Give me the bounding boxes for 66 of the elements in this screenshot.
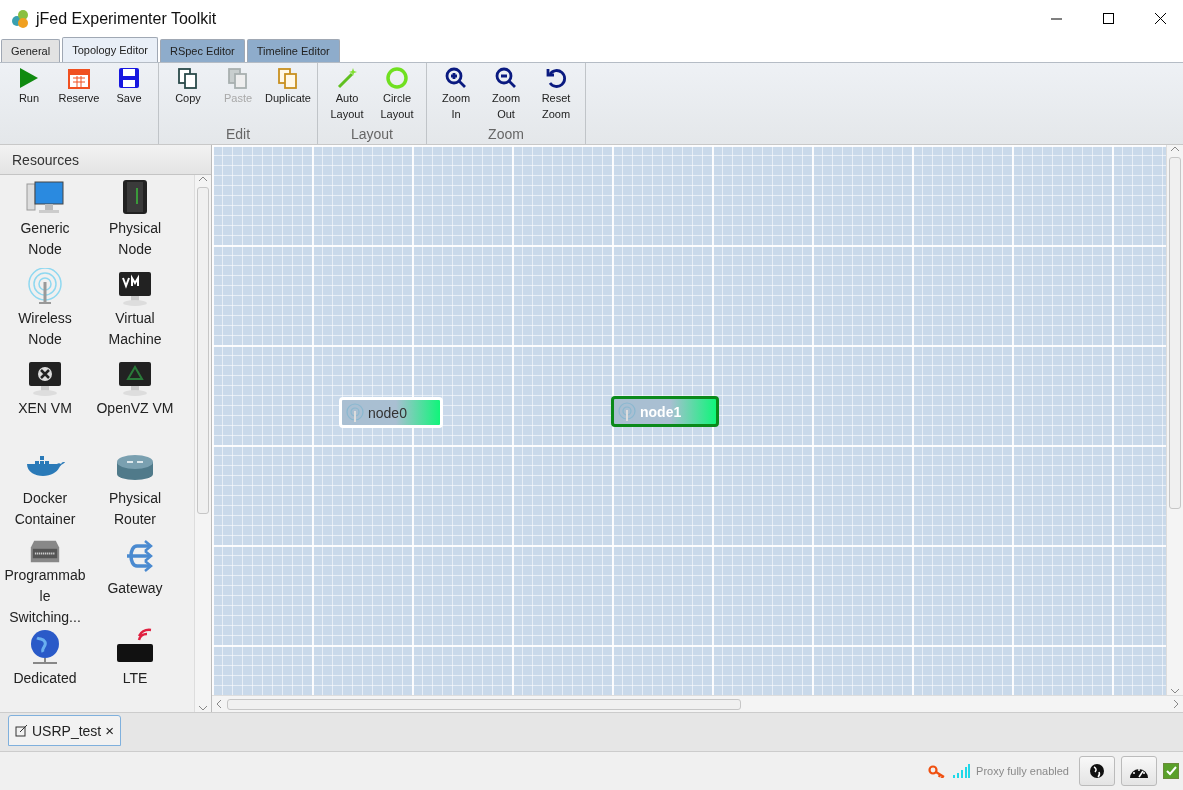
- antenna-icon: [617, 401, 637, 422]
- globe-icon: [1089, 763, 1105, 779]
- topology-node[interactable]: node0: [339, 397, 443, 428]
- topology-canvas[interactable]: node0 node1: [212, 145, 1166, 695]
- magic-wand-icon: [335, 66, 359, 90]
- toolbar-button[interactable]: Circle Layout: [374, 63, 420, 122]
- resource-item[interactable]: Physical Router: [92, 488, 178, 530]
- group-label: Edit: [225, 126, 251, 142]
- scrollbar[interactable]: [212, 695, 1183, 712]
- scrollbar[interactable]: [194, 175, 211, 712]
- scroll-up-icon: [198, 175, 208, 183]
- resource-item[interactable]: Physical Node: [92, 218, 178, 260]
- resource-item[interactable]: Wireless Node: [2, 308, 88, 350]
- edit-icon: [15, 724, 28, 737]
- toolbar-button[interactable]: Run: [6, 63, 52, 106]
- toolbar-button[interactable]: Zoom In: [433, 63, 479, 122]
- editor-tab[interactable]: General: [1, 39, 61, 62]
- window-title: jFed Experimenter Toolkit: [36, 9, 218, 28]
- resource-item[interactable]: Virtual Machine: [92, 308, 178, 350]
- scroll-right-icon: [1172, 699, 1180, 709]
- scroll-up-icon: [1170, 145, 1180, 153]
- reset-icon: [544, 66, 568, 90]
- resource-item[interactable]: Dedicated: [2, 668, 88, 689]
- scroll-left-icon: [215, 699, 223, 709]
- toolbar-button[interactable]: Reset Zoom: [533, 63, 579, 122]
- jfed-logo-icon: [10, 8, 30, 29]
- scroll-down-icon: [198, 704, 208, 712]
- resource-item[interactable]: OpenVZ VM: [92, 398, 178, 419]
- group-label: Zoom: [488, 126, 524, 142]
- toolbar-button[interactable]: Copy: [165, 63, 211, 106]
- check-icon: [1165, 765, 1177, 777]
- toolbar-button[interactable]: Reserve: [56, 63, 102, 106]
- editor-tab[interactable]: RSpec Editor: [159, 39, 245, 62]
- copy-icon: [176, 66, 200, 90]
- proxy-status: Proxy fully enabled: [976, 765, 1069, 777]
- resource-item[interactable]: LTE: [92, 668, 178, 689]
- resource-item[interactable]: Gateway: [92, 578, 178, 599]
- resource-item[interactable]: Docker Container: [2, 488, 88, 530]
- toolbar-button[interactable]: Zoom Out: [483, 63, 529, 122]
- speedometer-button[interactable]: [1121, 756, 1157, 786]
- maximize-icon: [1102, 13, 1114, 24]
- resource-item[interactable]: Programmab le Switching...: [2, 565, 88, 628]
- duplicate-icon: [276, 66, 300, 90]
- signal-bars-icon: [952, 764, 971, 778]
- group-label: Layout: [350, 126, 393, 142]
- resource-item[interactable]: Generic Node: [2, 218, 88, 260]
- close-icon: [1154, 13, 1166, 24]
- scrollbar[interactable]: [1166, 145, 1183, 695]
- key-icon: [928, 764, 947, 778]
- toolbar-button[interactable]: Duplicate: [265, 63, 311, 106]
- editor-tab[interactable]: Timeline Editor: [246, 39, 340, 62]
- zoom-out-icon: [494, 66, 518, 90]
- status-checkbox[interactable]: [1163, 763, 1179, 779]
- resource-item[interactable]: XEN VM: [2, 398, 88, 419]
- editor-tab[interactable]: Topology Editor: [62, 37, 158, 62]
- toolbar-button[interactable]: Auto Layout: [324, 63, 370, 122]
- paste-icon: [226, 66, 250, 90]
- circle-icon: [385, 66, 409, 90]
- close-tab-button[interactable]: ×: [105, 722, 114, 739]
- calendar-icon: [67, 66, 91, 90]
- scroll-down-icon: [1170, 687, 1180, 695]
- document-tab[interactable]: USRP_test ×: [8, 715, 121, 746]
- globe-button[interactable]: [1079, 756, 1115, 786]
- toolbar-button[interactable]: Save: [106, 63, 152, 106]
- antenna-icon: [345, 402, 365, 423]
- zoom-in-icon: [444, 66, 468, 90]
